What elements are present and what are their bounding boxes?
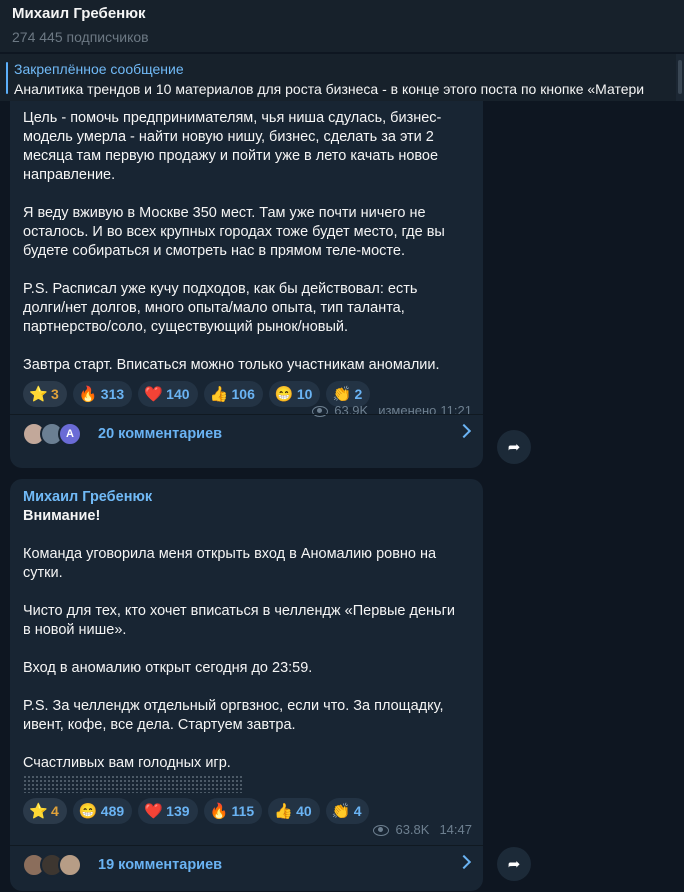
- pinned-title: Закреплённое сообщение: [14, 61, 184, 77]
- eye-icon: [373, 824, 390, 836]
- share-button[interactable]: ➦: [497, 847, 531, 881]
- message-paragraph: Команда уговорила меня открыть вход в Ан…: [23, 546, 437, 581]
- message-paragraph: Цель - помочь предпринимателям, чья ниша…: [23, 110, 442, 183]
- comments-button[interactable]: 19 комментариев: [10, 845, 483, 883]
- message-meta: 63.8K 14:47: [373, 822, 472, 837]
- clap-icon: 👏: [331, 803, 351, 820]
- share-button[interactable]: ➦: [497, 430, 531, 464]
- reactions-row: ⭐ 4 😁 489 ❤️ 139 🔥 115 👍 40 👏 4: [10, 798, 483, 824]
- message-paragraph: Я веду вживую в Москве 350 мест. Там уже…: [23, 205, 445, 259]
- avatar: A: [58, 421, 82, 446]
- share-arrow-icon: ➦: [507, 439, 521, 456]
- reaction-heart[interactable]: ❤️ 139: [138, 798, 198, 824]
- message-title: Внимание!: [23, 508, 101, 524]
- reaction-thumbs-up[interactable]: 👍 106: [203, 381, 263, 407]
- message-list[interactable]: Цель - помочь предпринимателям, чья ниша…: [0, 101, 684, 892]
- message-paragraph: Завтра старт. Вписаться можно только уча…: [23, 357, 440, 373]
- reaction-grin[interactable]: 😁 489: [72, 798, 133, 824]
- comments-count: 19 комментариев: [98, 856, 223, 873]
- thumbs-up-icon: 👍: [209, 386, 229, 403]
- thumbs-up-icon: 👍: [274, 803, 293, 820]
- pinned-indicator: [6, 62, 8, 94]
- message-paragraph: P.S. За челлендж отдельный оргвзнос, есл…: [23, 698, 444, 733]
- comments-button[interactable]: A 20 комментариев: [10, 414, 483, 452]
- view-count: 63.8K: [395, 822, 430, 837]
- message-bubble[interactable]: Михаил Гребенюк Внимание! Команда уговор…: [10, 479, 483, 891]
- chevron-right-icon: [456, 854, 472, 870]
- reaction-heart[interactable]: ❤️ 140: [138, 381, 198, 407]
- subscriber-count: 274 445 подписчиков: [12, 29, 149, 45]
- heart-icon: ❤️: [144, 386, 163, 403]
- reaction-star[interactable]: ⭐ 3: [23, 381, 67, 407]
- star-icon: ⭐: [29, 803, 48, 820]
- star-icon: ⭐: [29, 386, 48, 403]
- message-paragraph: Чисто для тех, кто хочет вписаться в чел…: [23, 603, 455, 638]
- message-paragraph: P.S. Расписал уже кучу подходов, как бы …: [23, 281, 418, 335]
- fire-icon: 🔥: [209, 803, 229, 820]
- chat-header[interactable]: Михаил Гребенюк 274 445 подписчиков: [0, 0, 684, 52]
- commenter-avatars: A: [22, 421, 98, 446]
- chevron-right-icon: [456, 423, 472, 439]
- avatar: [58, 852, 82, 877]
- reaction-star[interactable]: ⭐ 4: [23, 798, 67, 824]
- reaction-clap[interactable]: 👏 4: [325, 798, 370, 824]
- fire-icon: 🔥: [78, 386, 98, 403]
- scrollbar[interactable]: [676, 54, 684, 101]
- pinned-text: Аналитика трендов и 10 материалов для ро…: [14, 81, 645, 97]
- clap-icon: 👏: [332, 386, 352, 403]
- commenter-avatars: [22, 852, 98, 877]
- channel-name[interactable]: Михаил Гребенюк: [12, 5, 672, 23]
- message-paragraph: Счастливых вам голодных игр.: [23, 755, 231, 771]
- comments-count: 20 комментариев: [98, 425, 223, 442]
- reaction-thumbs-up[interactable]: 👍 40: [268, 798, 320, 824]
- message-bubble[interactable]: Цель - помочь предпринимателям, чья ниша…: [10, 101, 483, 468]
- reaction-fire[interactable]: 🔥 115: [203, 798, 263, 824]
- message-time: 14:47: [439, 822, 472, 837]
- heart-icon: ❤️: [144, 803, 163, 820]
- message-paragraph: Вход в аномалию открыт сегодня до 23:59.: [23, 660, 313, 676]
- sender-name[interactable]: Михаил Гребенюк: [10, 479, 483, 507]
- share-arrow-icon: ➦: [507, 856, 521, 873]
- pinned-message-bar[interactable]: Закреплённое сообщение Аналитика трендов…: [0, 53, 684, 101]
- spoiler-text[interactable]: [23, 775, 244, 793]
- reaction-fire[interactable]: 🔥 313: [72, 381, 133, 407]
- grin-icon: 😁: [274, 386, 294, 403]
- grin-icon: 😁: [78, 803, 98, 820]
